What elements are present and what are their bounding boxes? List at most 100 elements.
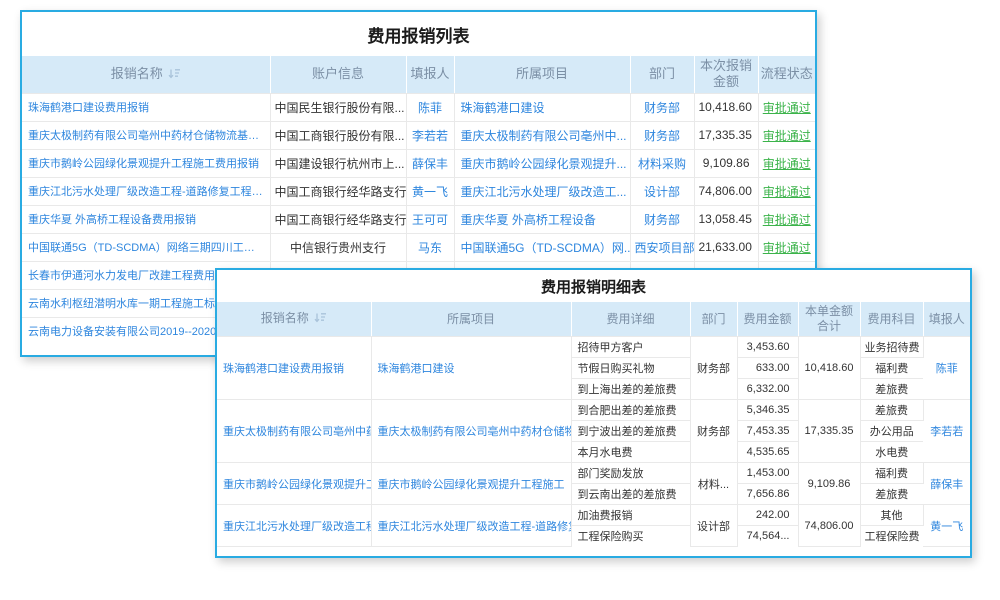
detail-cell-subject: 工程保险费 (860, 526, 923, 547)
detail-col-header-6: 费用科目 (860, 302, 923, 337)
list-cell-amount: 9,109.86 (694, 149, 758, 177)
list-cell-filer[interactable]: 马东 (406, 233, 454, 261)
detail-cell-name[interactable]: 重庆市鹅岭公园绿化景观提升工程 (217, 463, 371, 505)
detail-cell-dept: 财务部 (690, 337, 737, 400)
list-cell-dept[interactable]: 财务部 (630, 121, 694, 149)
table-row: 重庆太极制药有限公司亳州中药材重庆太极制药有限公司亳州中药材仓储物流到合肥出差的… (217, 400, 970, 421)
status-link[interactable]: 审批通过 (758, 149, 815, 177)
list-cell-account: 中国工商银行经华路支行 (270, 205, 406, 233)
detail-table-body: 珠海鹤港口建设费用报销珠海鹤港口建设招待甲方客户财务部3,453.6010,41… (217, 337, 970, 547)
detail-cell-total: 9,109.86 (798, 463, 860, 505)
list-cell-account: 中国工商银行股份有限... (270, 121, 406, 149)
list-table-title: 费用报销列表 (22, 12, 815, 56)
list-col-header-6: 流程状态 (758, 56, 815, 93)
list-cell-filer[interactable]: 陈菲 (406, 93, 454, 121)
list-col-header-5: 本次报销金额 (694, 56, 758, 93)
table-row: 重庆江北污水处理厂级改造工程-重庆江北污水处理厂级改造工程-道路修复工加油费报销… (217, 505, 970, 526)
detail-cell-expense-detail: 到云南出差的差旅费 (571, 484, 690, 505)
detail-cell-expense-detail: 加油费报销 (571, 505, 690, 526)
status-link[interactable]: 审批通过 (758, 177, 815, 205)
detail-col-label-2: 费用详细 (606, 312, 654, 326)
sort-icon[interactable] (314, 312, 327, 327)
list-cell-dept[interactable]: 财务部 (630, 205, 694, 233)
list-cell-account: 中信银行贵州支行 (270, 233, 406, 261)
list-cell-name[interactable]: 重庆江北污水处理厂级改造工程-道路修复工程费用 (22, 177, 270, 205)
list-cell-filer[interactable]: 王可可 (406, 205, 454, 233)
detail-cell-expense-detail: 到合肥出差的差旅费 (571, 400, 690, 421)
table-row: 重庆市鹅岭公园绿化景观提升工程施工费用报销中国建设银行杭州市上...薛保丰重庆市… (22, 149, 815, 177)
status-link[interactable]: 审批通过 (758, 205, 815, 233)
list-col-header-3: 所属项目 (454, 56, 630, 93)
detail-col-header-4: 费用金额 (737, 302, 798, 337)
status-link[interactable]: 审批通过 (758, 93, 815, 121)
list-cell-project[interactable]: 珠海鹤港口建设 (454, 93, 630, 121)
sort-icon[interactable] (168, 67, 181, 83)
detail-cell-amount: 5,346.35 (737, 400, 798, 421)
list-cell-name[interactable]: 重庆华夏 外高桥工程设备费用报销 (22, 205, 270, 233)
list-cell-project[interactable]: 重庆太极制药有限公司亳州中... (454, 121, 630, 149)
detail-cell-filer[interactable]: 薛保丰 (923, 463, 970, 505)
list-cell-project[interactable]: 重庆华夏 外高桥工程设备 (454, 205, 630, 233)
list-cell-name[interactable]: 珠海鹤港口建设费用报销 (22, 93, 270, 121)
detail-cell-amount: 7,453.35 (737, 421, 798, 442)
detail-cell-project[interactable]: 重庆江北污水处理厂级改造工程-道路修复工 (371, 505, 571, 547)
list-cell-name[interactable]: 重庆太极制药有限公司亳州中药材仓储物流基地项 (22, 121, 270, 149)
detail-cell-total: 17,335.35 (798, 400, 860, 463)
detail-col-header-7: 填报人 (923, 302, 970, 337)
status-link[interactable]: 审批通过 (758, 121, 815, 149)
list-col-label-3: 所属项目 (516, 66, 568, 81)
list-cell-filer[interactable]: 黄一飞 (406, 177, 454, 205)
list-cell-name[interactable]: 重庆市鹅岭公园绿化景观提升工程施工费用报销 (22, 149, 270, 177)
detail-cell-expense-detail: 本月水电费 (571, 442, 690, 463)
table-row: 重庆江北污水处理厂级改造工程-道路修复工程费用中国工商银行经华路支行黄一飞重庆江… (22, 177, 815, 205)
list-col-header-1: 账户信息 (270, 56, 406, 93)
detail-cell-name[interactable]: 重庆江北污水处理厂级改造工程- (217, 505, 371, 547)
list-cell-project[interactable]: 中国联通5G（TD-SCDMA）网... (454, 233, 630, 261)
detail-cell-filer[interactable]: 李若若 (923, 400, 970, 463)
list-cell-dept[interactable]: 财务部 (630, 93, 694, 121)
list-col-label-0: 报销名称 (111, 66, 163, 81)
list-cell-project[interactable]: 重庆江北污水处理厂级改造工... (454, 177, 630, 205)
detail-col-label-5: 本单金额合计 (805, 304, 853, 333)
detail-cell-project[interactable]: 珠海鹤港口建设 (371, 337, 571, 400)
detail-cell-subject: 福利费 (860, 358, 923, 379)
list-cell-project[interactable]: 重庆市鹅岭公园绿化景观提升... (454, 149, 630, 177)
list-cell-filer[interactable]: 薛保丰 (406, 149, 454, 177)
detail-cell-amount: 1,453.00 (737, 463, 798, 484)
detail-cell-expense-detail: 招待甲方客户 (571, 337, 690, 358)
detail-cell-dept: 财务部 (690, 400, 737, 463)
list-cell-dept[interactable]: 材料采购 (630, 149, 694, 177)
table-row: 重庆市鹅岭公园绿化景观提升工程重庆市鹅岭公园绿化景观提升工程施工部门奖励发放材料… (217, 463, 970, 484)
detail-cell-subject: 水电费 (860, 442, 923, 463)
detail-cell-project[interactable]: 重庆市鹅岭公园绿化景观提升工程施工 (371, 463, 571, 505)
list-table-header: 报销名称账户信息填报人所属项目部门本次报销金额流程状态 (22, 56, 815, 93)
detail-cell-expense-detail: 到上海出差的差旅费 (571, 379, 690, 400)
detail-cell-name[interactable]: 重庆太极制药有限公司亳州中药材 (217, 400, 371, 463)
list-col-header-4: 部门 (630, 56, 694, 93)
detail-col-label-1: 所属项目 (447, 312, 495, 326)
table-row: 珠海鹤港口建设费用报销中国民生银行股份有限...陈菲珠海鹤港口建设财务部10,4… (22, 93, 815, 121)
list-cell-amount: 74,806.00 (694, 177, 758, 205)
list-cell-name[interactable]: 中国联通5G（TD-SCDMA）网络三期四川工程费 (22, 233, 270, 261)
detail-cell-expense-detail: 到宁波出差的差旅费 (571, 421, 690, 442)
detail-col-label-4: 费用金额 (743, 312, 791, 326)
detail-header-row: 报销名称所属项目费用详细部门费用金额本单金额合计费用科目填报人 (217, 302, 970, 337)
detail-col-header-1: 所属项目 (371, 302, 571, 337)
status-link[interactable]: 审批通过 (758, 233, 815, 261)
detail-cell-name[interactable]: 珠海鹤港口建设费用报销 (217, 337, 371, 400)
list-cell-filer[interactable]: 李若若 (406, 121, 454, 149)
detail-cell-filer[interactable]: 黄一飞 (923, 505, 970, 547)
detail-cell-project[interactable]: 重庆太极制药有限公司亳州中药材仓储物流 (371, 400, 571, 463)
detail-cell-subject: 福利费 (860, 463, 923, 484)
list-cell-account: 中国民生银行股份有限... (270, 93, 406, 121)
detail-table-title: 费用报销明细表 (217, 270, 970, 302)
detail-cell-subject: 差旅费 (860, 400, 923, 421)
detail-cell-amount: 3,453.60 (737, 337, 798, 358)
detail-cell-amount: 633.00 (737, 358, 798, 379)
table-row: 重庆华夏 外高桥工程设备费用报销中国工商银行经华路支行王可可重庆华夏 外高桥工程… (22, 205, 815, 233)
detail-cell-filer[interactable]: 陈菲 (923, 337, 970, 400)
detail-cell-subject: 办公用品 (860, 421, 923, 442)
list-cell-dept[interactable]: 设计部 (630, 177, 694, 205)
detail-cell-amount: 242.00 (737, 505, 798, 526)
list-cell-dept[interactable]: 西安项目部 (630, 233, 694, 261)
